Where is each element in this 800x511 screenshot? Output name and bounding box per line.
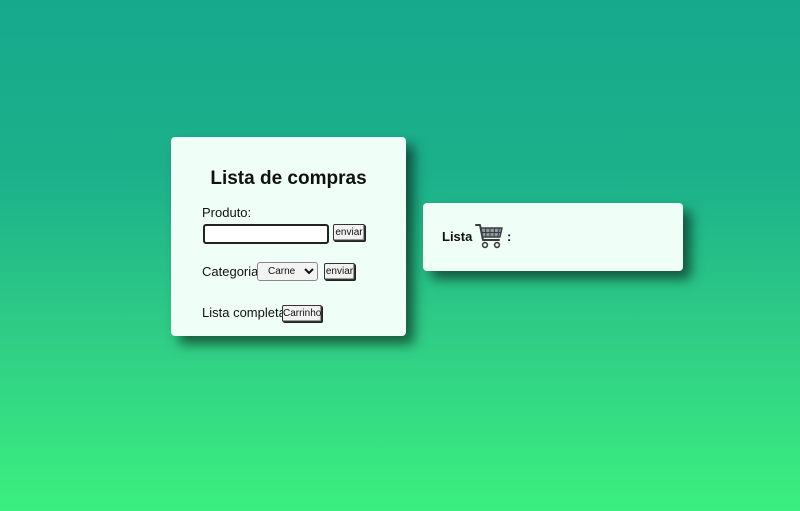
produto-submit-button[interactable]: enviar bbox=[333, 224, 365, 241]
lista-completa-label: Lista completa: bbox=[202, 305, 290, 320]
shopping-cart-icon bbox=[475, 222, 504, 251]
categoria-submit-button[interactable]: enviar bbox=[324, 263, 355, 280]
carrinho-button[interactable]: Carrinho bbox=[282, 305, 322, 322]
page-title: Lista de compras bbox=[210, 168, 367, 189]
shopping-list-card: Lista : bbox=[423, 203, 683, 271]
list-separator: : bbox=[507, 229, 512, 244]
shopping-form-card: Lista de compras Produto: enviar Categor… bbox=[171, 137, 406, 336]
categoria-label: Categoria: bbox=[202, 264, 262, 279]
produto-label: Produto: bbox=[202, 205, 252, 220]
produto-input[interactable] bbox=[203, 224, 329, 244]
categoria-select[interactable]: Carne bbox=[257, 262, 318, 281]
list-label: Lista bbox=[442, 229, 473, 244]
